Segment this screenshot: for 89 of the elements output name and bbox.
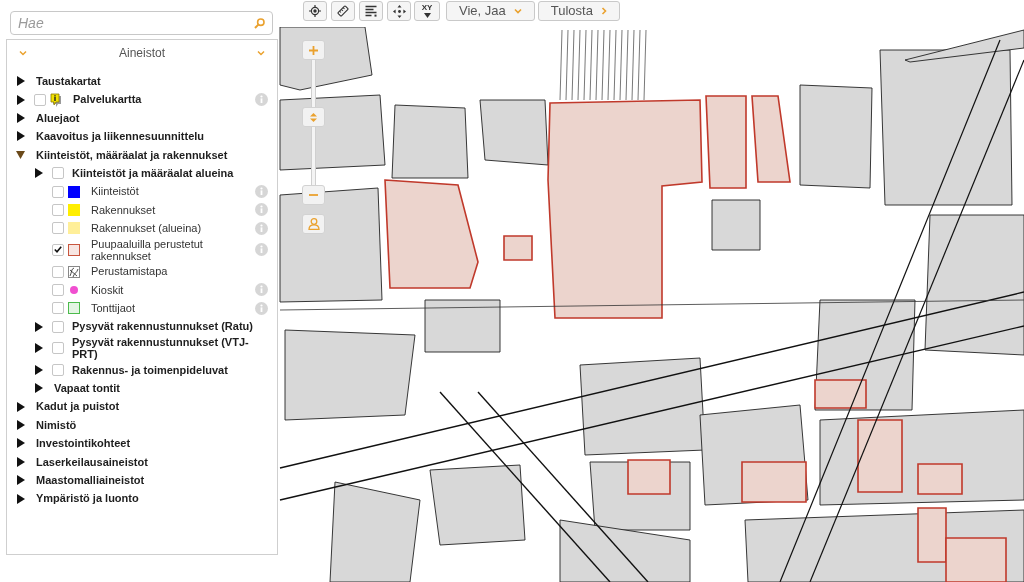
- triangle-right-icon[interactable]: [16, 94, 25, 105]
- layer-group-label[interactable]: Palvelukartta: [73, 93, 142, 106]
- dropdown-button[interactable]: Vie, Jaa: [446, 1, 535, 21]
- checkbox[interactable]: [52, 320, 64, 333]
- map-drawing[interactable]: [278, 27, 1024, 582]
- coordinates-button[interactable]: XY: [414, 1, 440, 21]
- chevron-down-icon[interactable]: [257, 50, 265, 56]
- triangle-right-icon[interactable]: [16, 475, 25, 486]
- triangle-right-icon[interactable]: [16, 456, 25, 467]
- checkbox[interactable]: [52, 302, 64, 315]
- info-icon[interactable]: [255, 243, 268, 257]
- triangle-down-icon[interactable]: [16, 150, 25, 159]
- layer-group-label[interactable]: Investointikohteet: [36, 437, 131, 450]
- chevron-down-icon: [513, 8, 522, 14]
- triangle-right-icon[interactable]: [34, 343, 43, 354]
- marker-icon: [50, 92, 62, 107]
- layer-group-label[interactable]: Kadut ja puistot: [36, 400, 120, 413]
- submenu-button[interactable]: Tulosta: [537, 1, 620, 21]
- triangle-right-icon[interactable]: [16, 420, 25, 431]
- triangle-right-icon[interactable]: [16, 401, 25, 412]
- layer-label[interactable]: Rakennukset: [91, 203, 156, 217]
- triangle-right-icon[interactable]: [16, 76, 25, 87]
- triangle-right-icon[interactable]: [34, 321, 43, 332]
- checkbox[interactable]: [52, 222, 64, 235]
- layer-group-label[interactable]: Maastomalliaineistot: [36, 474, 145, 487]
- layer-group-label[interactable]: Pysyvät rakennustunnukset (Ratu): [72, 320, 253, 333]
- layer-group-label[interactable]: Rakennus- ja toimenpideluvat: [72, 363, 228, 377]
- triangle-right-icon[interactable]: [16, 131, 25, 142]
- chevron-right-icon: [600, 7, 607, 15]
- layer-label[interactable]: Kiinteistöt: [91, 185, 139, 198]
- triangle-right-icon[interactable]: [34, 364, 43, 375]
- locate-button[interactable]: [303, 1, 327, 21]
- panel-title: Aineistot: [119, 45, 165, 62]
- legend-button[interactable]: [359, 1, 383, 21]
- layer-group-label[interactable]: Vapaat tontit: [54, 382, 120, 395]
- pan-button[interactable]: [387, 1, 411, 21]
- checkbox[interactable]: [52, 185, 64, 198]
- layer-label[interactable]: Rakennukset (alueina): [91, 222, 202, 235]
- measure-button[interactable]: [331, 1, 355, 21]
- person-icon: [307, 218, 320, 230]
- pattern-swatch-icon: [68, 265, 80, 278]
- layer-group-label[interactable]: Taustakartat: [36, 75, 101, 88]
- ruler-icon: [337, 5, 349, 17]
- checkbox[interactable]: [52, 265, 64, 278]
- info-icon[interactable]: [255, 185, 268, 199]
- layer-label[interactable]: Perustamistapa: [91, 265, 168, 278]
- plus-icon: [309, 45, 318, 55]
- checkbox[interactable]: [52, 363, 64, 376]
- search-icon[interactable]: [254, 18, 265, 29]
- triangle-right-icon[interactable]: [16, 493, 25, 504]
- layer-group-label[interactable]: Kiinteistöt ja määräalat alueina: [72, 166, 234, 180]
- checkbox[interactable]: [52, 243, 64, 256]
- up-down-arrows-icon: [310, 112, 317, 122]
- triangle-right-icon[interactable]: [34, 168, 43, 179]
- list-icon: [365, 5, 377, 17]
- layer-group-label[interactable]: Pysyvät rakennustunnukset (VTJ-PRT): [72, 335, 262, 361]
- layer-group-label[interactable]: Ympäristö ja luonto: [36, 492, 139, 505]
- move-icon: [392, 4, 406, 18]
- triangle-right-icon[interactable]: [16, 112, 25, 123]
- checkbox[interactable]: [52, 203, 64, 216]
- search-field[interactable]: Hae: [10, 11, 273, 35]
- layer-group-label[interactable]: Nimistö: [36, 418, 77, 432]
- triangle-right-icon[interactable]: [16, 438, 25, 449]
- triangle-right-icon[interactable]: [34, 383, 43, 394]
- info-icon[interactable]: [255, 283, 268, 297]
- layer-group-label[interactable]: Kaavoitus ja liikennesuunnittelu: [36, 130, 205, 143]
- zoom-out-button[interactable]: [302, 185, 325, 205]
- chevron-down-icon[interactable]: [19, 50, 27, 56]
- layer-group-label[interactable]: Laserkeilausaineistot: [36, 455, 148, 469]
- info-icon[interactable]: [255, 93, 268, 107]
- layer-group-label[interactable]: Kiinteistöt, määräalat ja rakennukset: [36, 148, 228, 161]
- slider-handle[interactable]: [302, 107, 325, 128]
- layer-group-label[interactable]: Aluejaot: [36, 111, 80, 125]
- checkbox[interactable]: [34, 93, 46, 106]
- info-icon[interactable]: [255, 301, 268, 315]
- layer-label[interactable]: Tonttijaot: [91, 302, 136, 315]
- target-icon: [309, 5, 321, 17]
- person-button[interactable]: [302, 214, 325, 234]
- info-icon[interactable]: [255, 221, 268, 235]
- checkbox[interactable]: [52, 342, 64, 355]
- checkbox[interactable]: [52, 283, 64, 296]
- caret-icon: [423, 13, 431, 18]
- layer-label[interactable]: Kioskit: [91, 283, 124, 297]
- zoom-in-button[interactable]: [302, 40, 325, 60]
- checkbox[interactable]: [52, 167, 64, 180]
- info-icon[interactable]: [255, 203, 268, 217]
- checkmark-icon: [54, 246, 62, 254]
- minus-icon: [309, 194, 318, 196]
- layer-label[interactable]: Puupaaluilla perustetut rakennukset: [91, 237, 249, 263]
